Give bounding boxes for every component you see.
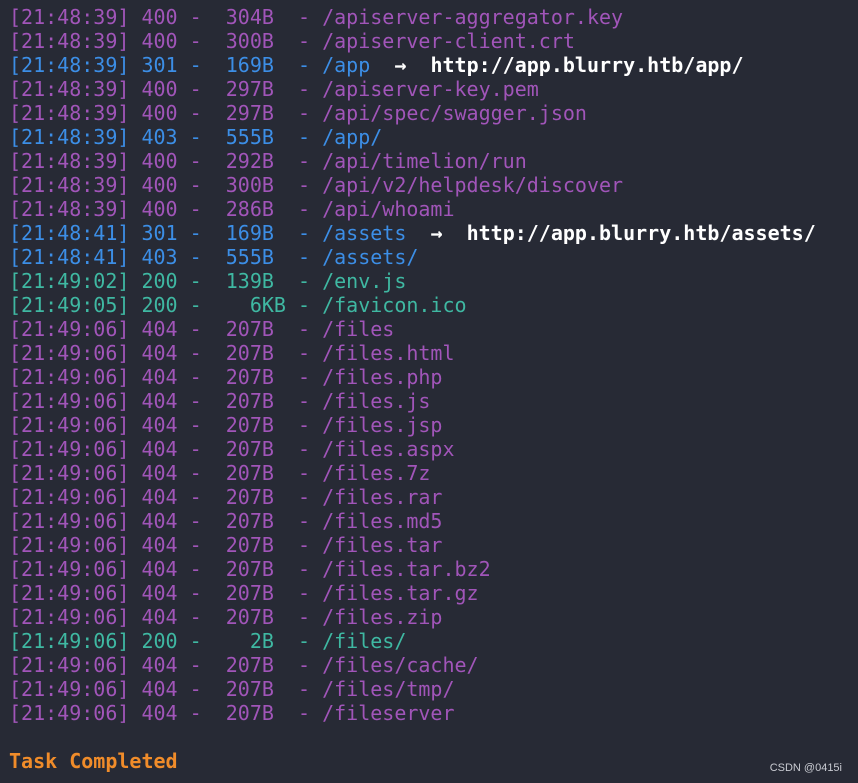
log-line-text: [21:48:39] 400 - 292B - /api/timelion/ru… <box>9 149 527 173</box>
log-line: [21:49:06] 404 - 207B - /files.js <box>9 389 858 413</box>
log-line: [21:49:05] 200 - 6KB - /favicon.ico <box>9 293 858 317</box>
log-line-text: [21:48:39] 400 - 304B - /apiserver-aggre… <box>9 5 624 29</box>
log-line-text: [21:49:06] 404 - 207B - /files.rar <box>9 485 443 509</box>
terminal-window: [21:48:39] 400 - 304B - /apiserver-aggre… <box>0 0 858 783</box>
log-line: [21:49:06] 200 - 2B - /files/ <box>9 629 858 653</box>
log-line: [21:49:02] 200 - 139B - /env.js <box>9 269 858 293</box>
log-line: [21:48:41] 301 - 169B - /assets → http:/… <box>9 221 858 245</box>
log-line-text: [21:49:06] 404 - 207B - /files/cache/ <box>9 653 479 677</box>
log-line: [21:48:39] 301 - 169B - /app → http://ap… <box>9 53 858 77</box>
log-line: [21:49:06] 404 - 207B - /fileserver <box>9 701 858 725</box>
log-line-text: [21:49:06] 404 - 207B - /files.html <box>9 341 455 365</box>
log-line-text: [21:49:06] 404 - 207B - /files.7z <box>9 461 431 485</box>
log-line-text: [21:49:06] 404 - 207B - /files.php <box>9 365 443 389</box>
log-line: [21:49:06] 404 - 207B - /files.tar <box>9 533 858 557</box>
log-line-text: [21:49:06] 404 - 207B - /files.tar.bz2 <box>9 557 491 581</box>
redirect-target: → http://app.blurry.htb/app/ <box>370 53 744 77</box>
log-line-text: [21:48:39] 301 - 169B - /app <box>9 53 371 77</box>
log-line-text: [21:48:39] 400 - 297B - /apiserver-key.p… <box>9 77 539 101</box>
log-line-text: [21:48:39] 400 - 300B - /apiserver-clien… <box>9 29 575 53</box>
log-line: [21:49:06] 404 - 207B - /files.7z <box>9 461 858 485</box>
log-line-text: [21:48:39] 400 - 286B - /api/whoami <box>9 197 455 221</box>
log-line: [21:48:39] 400 - 286B - /api/whoami <box>9 197 858 221</box>
log-line-text: [21:49:06] 404 - 207B - /files.zip <box>9 605 443 629</box>
log-line: [21:49:06] 404 - 207B - /files.jsp <box>9 413 858 437</box>
log-line: [21:49:06] 404 - 207B - /files <box>9 317 858 341</box>
log-line-text: [21:49:06] 404 - 207B - /files.tar.gz <box>9 581 479 605</box>
log-line-text: [21:49:06] 404 - 207B - /files.aspx <box>9 437 455 461</box>
log-line: [21:48:41] 403 - 555B - /assets/ <box>9 245 858 269</box>
log-line: [21:49:06] 404 - 207B - /files.tar.bz2 <box>9 557 858 581</box>
log-line-text: [21:49:06] 200 - 2B - /files/ <box>9 629 407 653</box>
log-line: [21:48:39] 403 - 555B - /app/ <box>9 125 858 149</box>
log-line-text: [21:48:39] 403 - 555B - /app/ <box>9 125 383 149</box>
log-line-text: [21:49:06] 404 - 207B - /files.tar <box>9 533 443 557</box>
log-line: [21:48:39] 400 - 304B - /apiserver-aggre… <box>9 5 858 29</box>
log-line: [21:49:06] 404 - 207B - /files.md5 <box>9 509 858 533</box>
log-line-text: [21:48:41] 403 - 555B - /assets/ <box>9 245 419 269</box>
log-line: [21:48:39] 400 - 300B - /api/v2/helpdesk… <box>9 173 858 197</box>
log-line: [21:49:06] 404 - 207B - /files/cache/ <box>9 653 858 677</box>
log-line-text: [21:49:06] 404 - 207B - /fileserver <box>9 701 455 725</box>
log-line-text: [21:49:06] 404 - 207B - /files.jsp <box>9 413 443 437</box>
log-line: [21:48:39] 400 - 300B - /apiserver-clien… <box>9 29 858 53</box>
terminal-output: [21:48:39] 400 - 304B - /apiserver-aggre… <box>9 5 858 725</box>
log-line-text: [21:49:06] 404 - 207B - /files.md5 <box>9 509 443 533</box>
log-line: [21:49:06] 404 - 207B - /files.tar.gz <box>9 581 858 605</box>
log-line: [21:49:06] 404 - 207B - /files.html <box>9 341 858 365</box>
log-line-text: [21:48:39] 400 - 300B - /api/v2/helpdesk… <box>9 173 624 197</box>
log-line: [21:48:39] 400 - 297B - /api/spec/swagge… <box>9 101 858 125</box>
log-line: [21:49:06] 404 - 207B - /files.aspx <box>9 437 858 461</box>
log-line: [21:49:06] 404 - 207B - /files/tmp/ <box>9 677 858 701</box>
redirect-target: → http://app.blurry.htb/assets/ <box>406 221 816 245</box>
log-line: [21:48:39] 400 - 292B - /api/timelion/ru… <box>9 149 858 173</box>
log-line: [21:49:06] 404 - 207B - /files.rar <box>9 485 858 509</box>
log-line-text: [21:49:06] 404 - 207B - /files/tmp/ <box>9 677 455 701</box>
log-line: [21:49:06] 404 - 207B - /files.zip <box>9 605 858 629</box>
log-line-text: [21:48:39] 400 - 297B - /api/spec/swagge… <box>9 101 587 125</box>
log-line-text: [21:49:06] 404 - 207B - /files.js <box>9 389 431 413</box>
log-line: [21:48:39] 400 - 297B - /apiserver-key.p… <box>9 77 858 101</box>
log-line: [21:49:06] 404 - 207B - /files.php <box>9 365 858 389</box>
csdn-watermark: CSDN @0415i <box>769 762 842 774</box>
log-line-text: [21:49:06] 404 - 207B - /files <box>9 317 395 341</box>
log-line-text: [21:48:41] 301 - 169B - /assets <box>9 221 407 245</box>
task-completed-message: Task Completed <box>9 749 178 773</box>
log-line-text: [21:49:05] 200 - 6KB - /favicon.ico <box>9 293 467 317</box>
log-line-text: [21:49:02] 200 - 139B - /env.js <box>9 269 407 293</box>
